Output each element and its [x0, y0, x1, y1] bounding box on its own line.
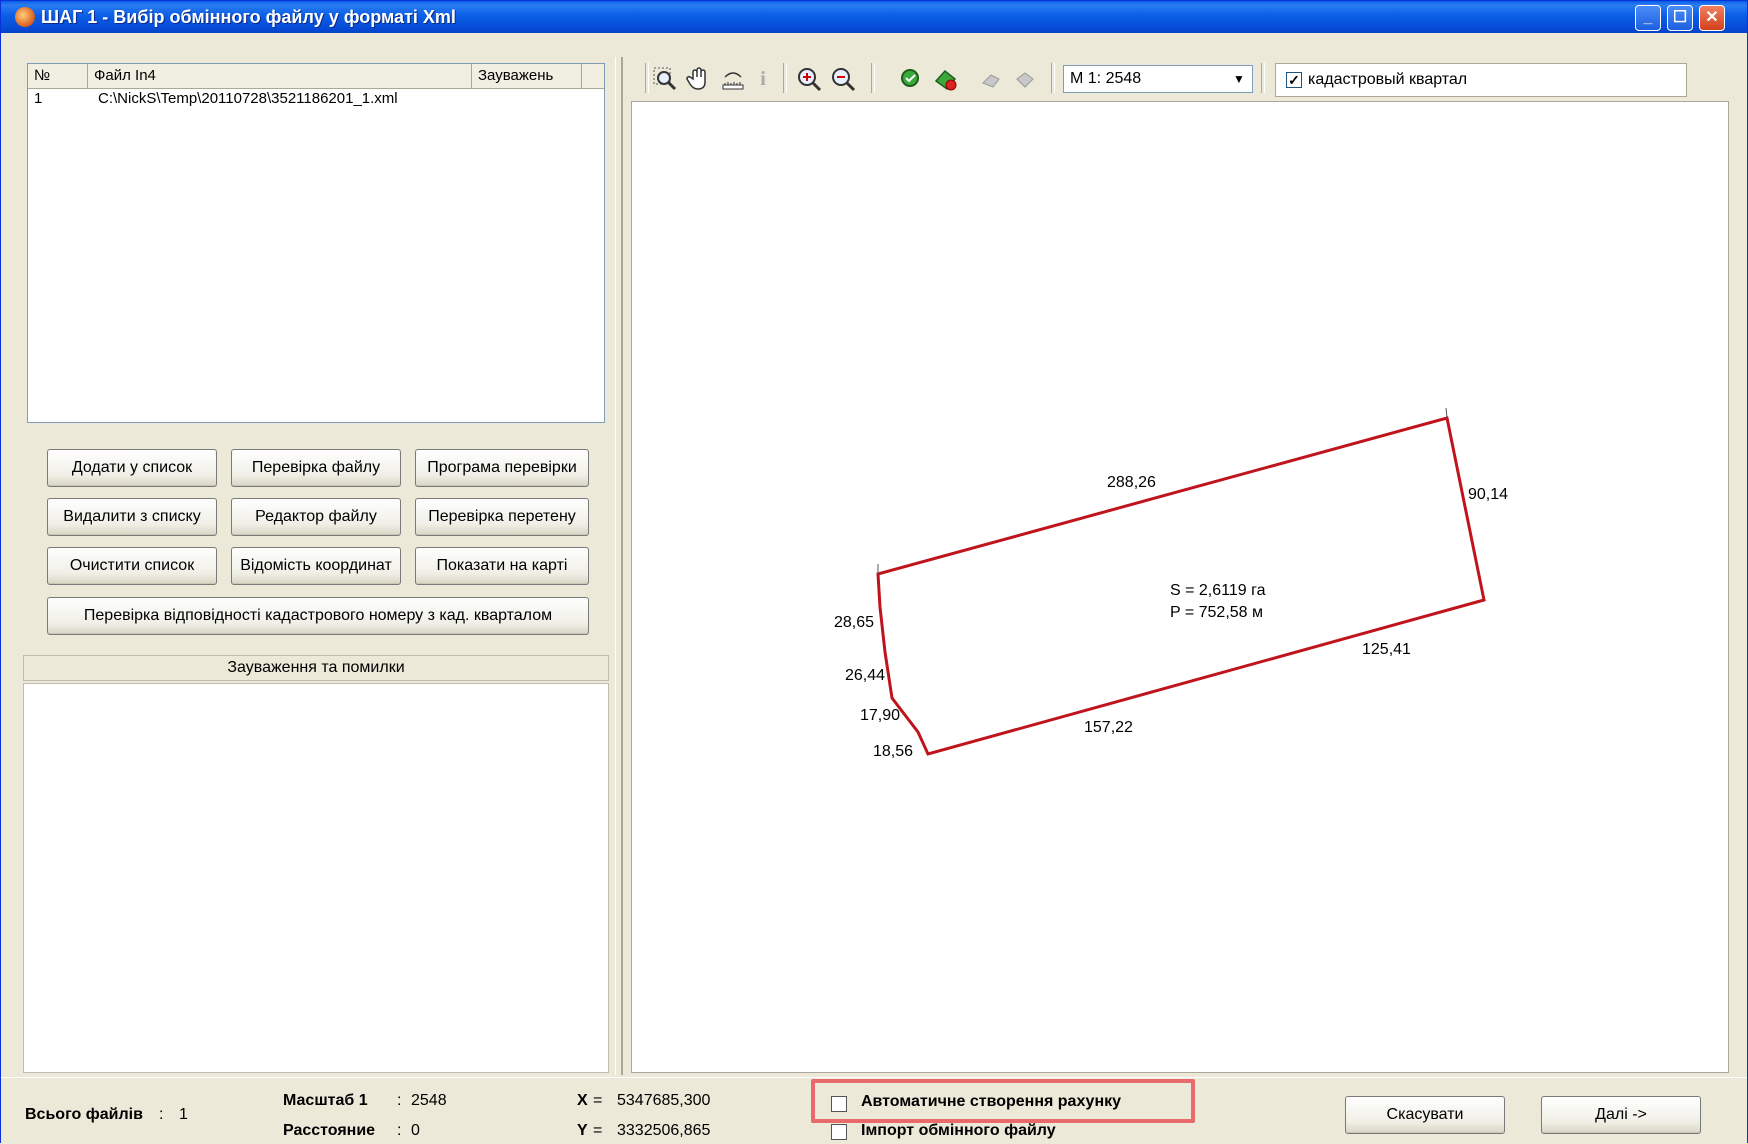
distance-value: 0	[411, 1122, 420, 1139]
main-window: ШАГ 1 - Вибір обмінного файлу у форматі …	[0, 0, 1748, 1144]
edge-label-north: 288,26	[1107, 474, 1156, 491]
file-list[interactable]: № Файл In4 Зауважень 1 C:\NickS\Temp\201…	[27, 63, 605, 423]
edge-label-w-1: 26,44	[845, 667, 885, 684]
column-header-notes[interactable]: Зауважень	[472, 64, 582, 88]
map-canvas[interactable]: 288,26 90,14 125,41 157,22 18,56 17,90 2…	[631, 101, 1729, 1073]
edge-label-east: 90,14	[1468, 486, 1508, 503]
clear-list-button[interactable]: Очистити список	[47, 547, 217, 585]
distance-label: Расстояние	[283, 1122, 376, 1139]
toolbar-separator	[1261, 63, 1265, 93]
total-files-label: Всього файлів	[25, 1106, 143, 1123]
y-coord-label: Y	[577, 1122, 588, 1139]
layer-add-icon[interactable]	[897, 65, 925, 93]
check-cadastral-number-button[interactable]: Перевірка відповідності кадастрового ном…	[47, 597, 589, 635]
add-to-list-button[interactable]: Додати у список	[47, 449, 217, 487]
x-coord-value: 5347685,300	[617, 1092, 711, 1109]
pan-hand-icon[interactable]	[685, 65, 713, 93]
table-row[interactable]: 1 C:\NickS\Temp\20110728\3521186201_1.xm…	[28, 90, 604, 110]
title-bar[interactable]: ШАГ 1 - Вибір обмінного файлу у форматі …	[1, 1, 1747, 33]
edge-label-w-2: 28,65	[834, 614, 874, 631]
zoom-window-icon[interactable]	[651, 65, 679, 93]
toolbar-grip	[645, 63, 649, 93]
panel-splitter[interactable]	[615, 57, 623, 1075]
cancel-button[interactable]: Скасувати	[1345, 1096, 1505, 1134]
measure-icon[interactable]	[719, 65, 747, 93]
layer-label: кадастровый квартал	[1308, 71, 1468, 88]
area-label: S = 2,6119 га	[1170, 582, 1266, 599]
layer-remove-icon[interactable]	[931, 65, 959, 93]
scale-select-value: М 1: 2548	[1070, 70, 1142, 87]
row-file-path: C:\NickS\Temp\20110728\3521186201_1.xml	[98, 90, 398, 107]
scale-value: 2548	[411, 1092, 447, 1109]
total-files-value: 1	[179, 1106, 188, 1123]
check-overlap-button[interactable]: Перевірка перетену	[415, 498, 589, 536]
toolbar-separator	[1051, 63, 1055, 93]
coordinates-sheet-button[interactable]: Відомість координат	[231, 547, 401, 585]
undo-icon[interactable]	[977, 65, 1005, 93]
check-program-button[interactable]: Програма перевірки	[415, 449, 589, 487]
edge-label-sw-1: 18,56	[873, 743, 913, 760]
column-header-num[interactable]: №	[28, 64, 88, 88]
scale-select[interactable]: М 1: 2548 ▼	[1063, 65, 1253, 93]
file-editor-button[interactable]: Редактор файлу	[231, 498, 401, 536]
edge-label-southeast: 125,41	[1362, 641, 1411, 658]
edge-label-sw-2: 17,90	[860, 707, 900, 724]
file-list-header: № Файл In4 Зауважень	[28, 64, 604, 89]
toolbar-separator	[783, 63, 787, 93]
show-on-map-button[interactable]: Показати на карті	[415, 547, 589, 585]
next-button[interactable]: Далі ->	[1541, 1096, 1701, 1134]
layer-checkbox[interactable]: ✓	[1286, 72, 1302, 88]
redo-icon[interactable]	[1011, 65, 1039, 93]
remove-from-list-button[interactable]: Видалити з списку	[47, 498, 217, 536]
highlight-box	[811, 1079, 1195, 1123]
layer-toggle-box: ✓ кадастровый квартал	[1275, 63, 1687, 97]
x-coord-label: X	[577, 1092, 588, 1109]
maximize-button[interactable]: ☐	[1667, 5, 1693, 31]
zoom-in-icon[interactable]	[795, 65, 823, 93]
window-title: ШАГ 1 - Вибір обмінного файлу у форматі …	[41, 7, 456, 27]
perimeter-label: P = 752,58 м	[1170, 604, 1263, 621]
scale-label: Масштаб 1	[283, 1092, 368, 1109]
y-coord-value: 3332506,865	[617, 1122, 711, 1139]
zoom-out-icon[interactable]	[829, 65, 857, 93]
chevron-down-icon[interactable]: ▼	[1228, 68, 1250, 90]
check-file-button[interactable]: Перевірка файлу	[231, 449, 401, 487]
minimize-button[interactable]: _	[1635, 5, 1661, 31]
row-num: 1	[34, 90, 43, 107]
close-button[interactable]: ✕	[1699, 5, 1725, 31]
import-file-label: Імпорт обмінного файлу	[861, 1122, 1056, 1139]
notes-panel[interactable]	[23, 683, 609, 1073]
app-icon	[15, 7, 35, 27]
parcel-drawing: 288,26 90,14 125,41 157,22 18,56 17,90 2…	[834, 407, 1508, 760]
edge-label-south: 157,22	[1084, 719, 1133, 736]
notes-section-header: Зауваження та помилки	[23, 655, 609, 681]
column-header-file[interactable]: Файл In4	[88, 64, 472, 88]
import-file-checkbox[interactable]	[831, 1124, 847, 1140]
info-icon[interactable]: i	[749, 65, 777, 93]
toolbar-separator	[871, 63, 875, 93]
